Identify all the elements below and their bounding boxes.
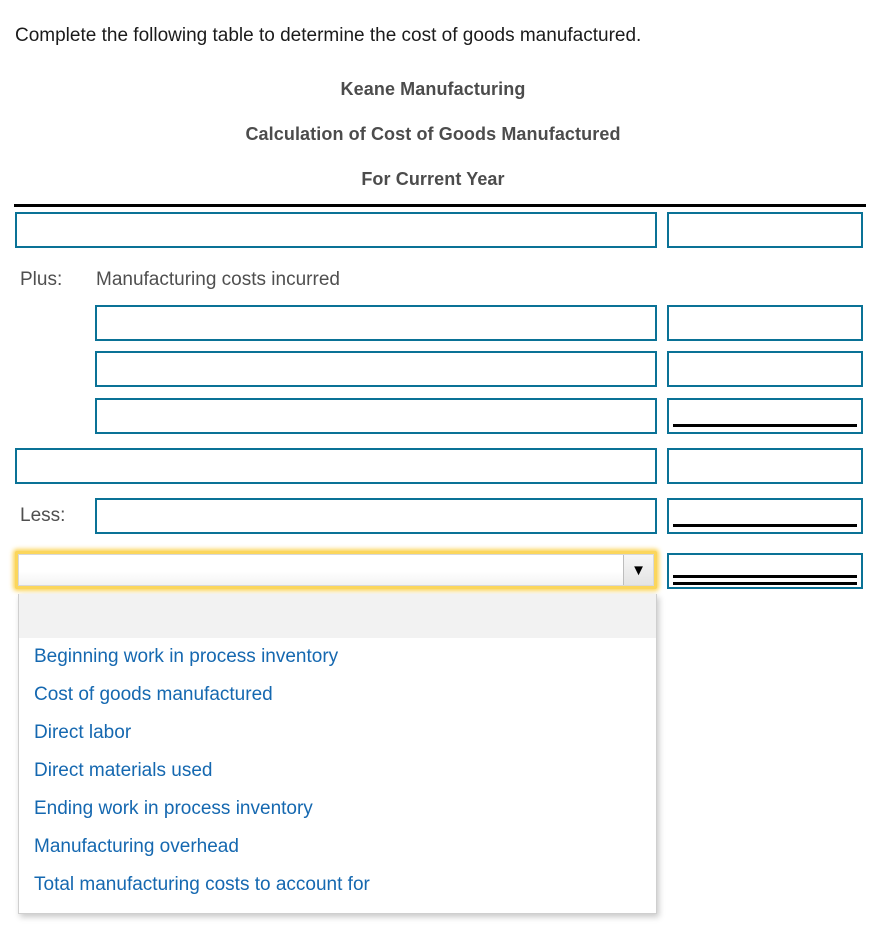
option-item-beginning-wip[interactable]: Beginning work in process inventory [19,638,656,676]
row-7-amount-input[interactable] [667,553,863,589]
chevron-down-icon[interactable]: ▼ [623,555,653,585]
table-row [0,351,873,387]
select-display[interactable]: ▼ [18,554,654,586]
row-4-description-input[interactable] [95,398,657,434]
option-item-direct-labor[interactable]: Direct labor [19,714,656,752]
option-item-ending-wip[interactable]: Ending work in process inventory [19,790,656,828]
table-top-rule [14,204,866,207]
row-7-description-select[interactable]: ▼ [15,551,657,589]
row-5-description-input[interactable] [15,448,657,484]
plus-caption-row: Plus: Manufacturing costs incurred [0,262,873,298]
less-label: Less: [20,505,66,526]
option-item-direct-materials[interactable]: Direct materials used [19,752,656,790]
row-6-description-input[interactable] [95,498,657,534]
row-3-description-input[interactable] [95,351,657,387]
table-row: Less: [0,498,873,534]
option-item-cogm[interactable]: Cost of goods manufactured [19,676,656,714]
option-item-total-mfg-costs[interactable]: Total manufacturing costs to account for [19,866,656,904]
plus-label: Plus: [20,269,63,290]
row-1-description-input[interactable] [15,212,657,248]
plus-caption-label: Manufacturing costs incurred [96,269,340,290]
row-2-amount-input[interactable] [667,305,863,341]
option-item-mfg-overhead[interactable]: Manufacturing overhead [19,828,656,866]
row-1-amount-input[interactable] [667,212,863,248]
row-5-amount-input[interactable] [667,448,863,484]
option-item-blank[interactable] [19,594,656,638]
row-4-amount-input[interactable] [667,398,863,434]
row-3-amount-input[interactable] [667,351,863,387]
table-row [0,448,873,484]
row-6-amount-input[interactable] [667,498,863,534]
cogm-worksheet: Plus: Manufacturing costs incurred Less: [0,0,873,926]
table-row [0,305,873,341]
table-row [0,212,873,248]
select-option-list[interactable]: Beginning work in process inventory Cost… [18,594,657,914]
table-row [0,398,873,434]
row-2-description-input[interactable] [95,305,657,341]
